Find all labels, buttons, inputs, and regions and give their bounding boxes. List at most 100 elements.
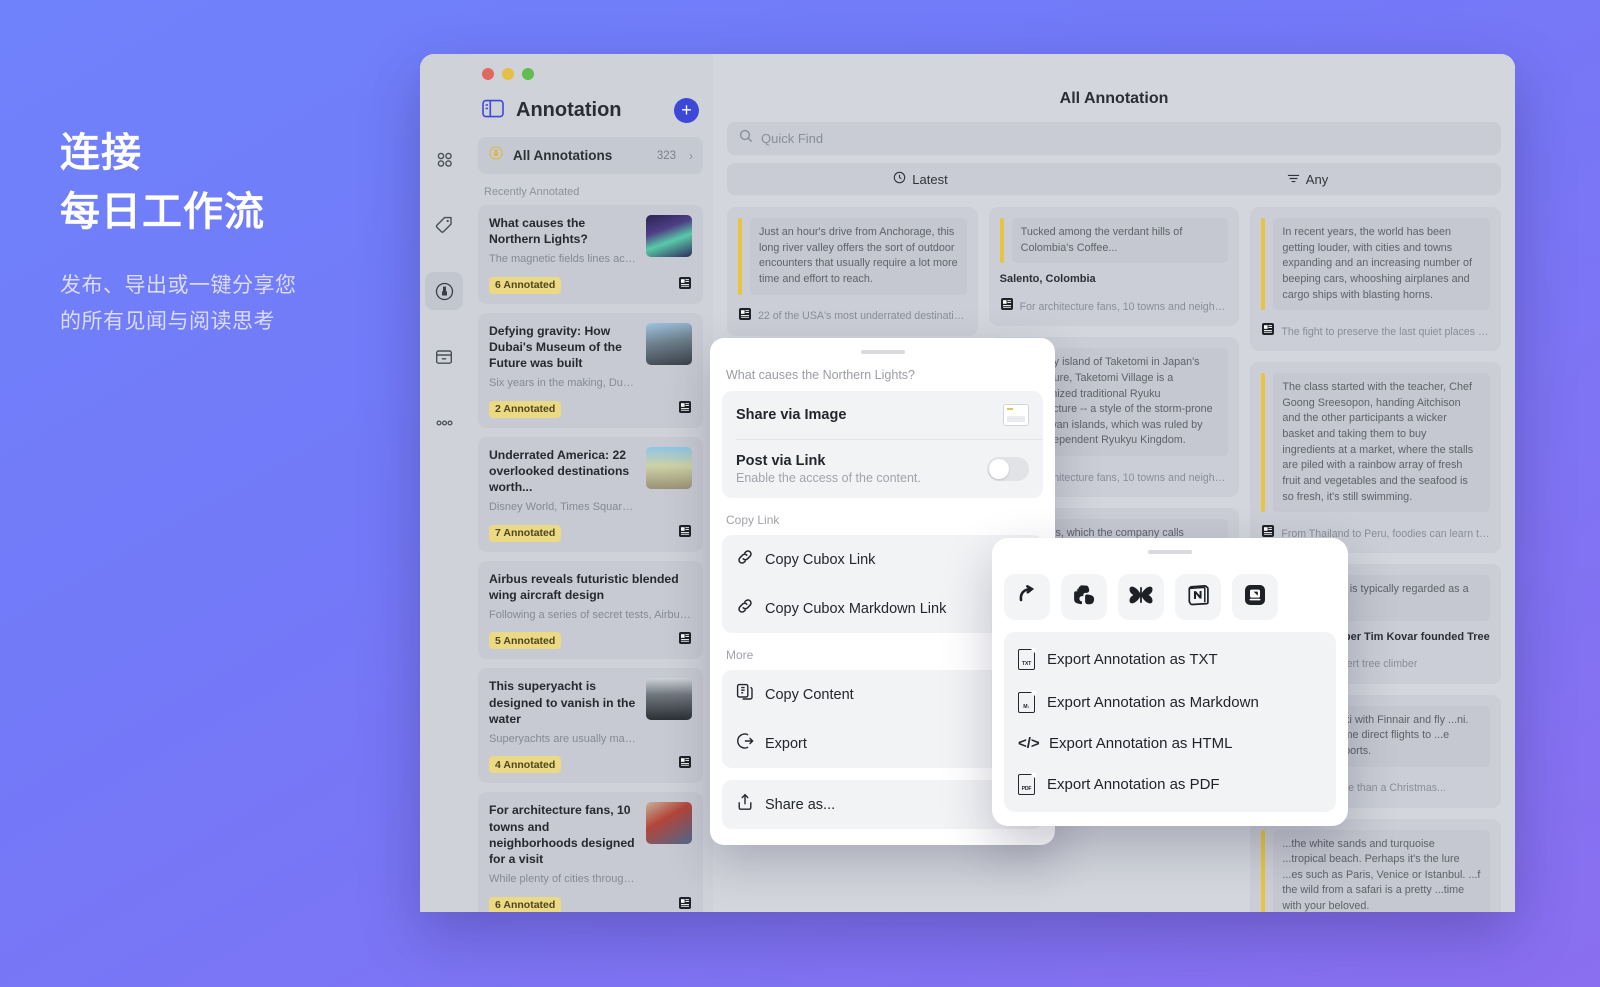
maximize-window-button[interactable] [522, 68, 534, 80]
quote-text: The class started with the teacher, Chef… [1273, 373, 1490, 512]
promo-block: 连接 每日工作流 发布、导出或一键分享您 的所有见闻与阅读思考 [60, 124, 400, 341]
sidebar-item-archive[interactable] [425, 338, 463, 376]
share-via-image-label: Share via Image [736, 407, 846, 423]
annotated-badge: 7 Annotated [489, 525, 561, 542]
export-app-row [1004, 568, 1336, 632]
annotation-icon [434, 281, 455, 302]
document-icon [1000, 297, 1014, 316]
annotated-badge: 4 Annotated [489, 756, 561, 773]
drag-handle[interactable] [861, 350, 905, 354]
sidebar-item-more[interactable] [425, 404, 463, 442]
tag-icon [434, 215, 454, 235]
source-row[interactable]: The fight to preserve the last quiet pla… [1261, 322, 1490, 341]
search-bar[interactable]: Quick Find [727, 122, 1501, 155]
filter-any-label: Any [1306, 172, 1328, 187]
export-popover: TXTExport Annotation as TXTM↓Export Anno… [992, 538, 1348, 826]
promo-subtitle-line1: 发布、导出或一键分享您 [60, 268, 400, 304]
all-annotations-label: All Annotations [513, 148, 648, 163]
list-item[interactable]: Airbus reveals futuristic blended wing a… [478, 561, 703, 660]
filter-latest[interactable]: Latest [727, 163, 1114, 195]
copy-icon [736, 683, 754, 706]
annotation-list[interactable]: What causes the Northern Lights? The mag… [478, 205, 703, 912]
annotated-badge: 6 Annotated [489, 277, 561, 294]
post-via-link-row[interactable]: Post via Link Enable the access of the c… [722, 440, 1043, 498]
quote-text: ...the white sands and turquoise ...trop… [1273, 830, 1490, 912]
list-item-desc: The magnetic fields lines act as... [489, 252, 637, 266]
post-via-link-sublabel: Enable the access of the content. [736, 471, 921, 485]
annotated-badge: 2 Annotated [489, 401, 561, 418]
export-option-row[interactable]: TXTExport Annotation as TXT [1004, 638, 1336, 681]
list-item-thumbnail [646, 447, 692, 489]
annotated-badge: 6 Annotated [489, 897, 561, 913]
copy-content-label: Copy Content [765, 687, 854, 703]
share-as-label: Share as... [765, 797, 835, 813]
list-item[interactable]: For architecture fans, 10 towns and neig… [478, 792, 703, 912]
export-option-row[interactable]: M↓Export Annotation as Markdown [1004, 681, 1336, 724]
annotation-card[interactable]: Just an hour's drive from Anchorage, thi… [727, 207, 978, 336]
page-title: Annotation [516, 99, 662, 122]
drag-handle[interactable] [1148, 550, 1192, 554]
promo-subtitle: 发布、导出或一键分享您 的所有见闻与阅读思考 [60, 268, 400, 340]
panel-toggle-icon[interactable] [482, 99, 504, 123]
share-sheet-subtitle: What causes the Northern Lights? [722, 368, 1043, 391]
document-icon [678, 525, 692, 542]
search-input[interactable]: Quick Find [761, 131, 823, 146]
share-group: Share via Image Post via Link Enable the… [722, 391, 1043, 498]
annotated-badge: 5 Annotated [489, 632, 561, 649]
logseq-app-button[interactable] [1232, 574, 1278, 620]
evernote-app-icon [1072, 583, 1096, 612]
link-icon [736, 548, 754, 571]
document-icon [678, 632, 692, 649]
list-item-title: Underrated America: 22 overlooked destin… [489, 447, 637, 496]
link-icon [736, 597, 754, 620]
list-item[interactable]: What causes the Northern Lights? The mag… [478, 205, 703, 304]
quote-text: Just an hour's drive from Anchorage, thi… [750, 218, 967, 295]
share-via-image-row[interactable]: Share via Image [722, 391, 1043, 439]
export-option-row[interactable]: PDFExport Annotation as PDF [1004, 763, 1336, 806]
post-via-link-toggle[interactable] [987, 457, 1029, 481]
export-option-row[interactable]: </>Export Annotation as HTML [1004, 724, 1336, 763]
promo-title-line2: 每日工作流 [60, 183, 400, 242]
bear-app-button[interactable] [1118, 574, 1164, 620]
copy-cubox-link-label: Copy Cubox Link [765, 552, 875, 568]
filter-any[interactable]: Any [1114, 163, 1501, 195]
sidebar: Annotation + All Annotations 323 › Recen… [468, 54, 713, 912]
minimize-window-button[interactable] [502, 68, 514, 80]
export-options-list[interactable]: TXTExport Annotation as TXTM↓Export Anno… [1004, 632, 1336, 812]
image-preview-thumbnail[interactable] [1003, 404, 1029, 426]
document-icon [678, 401, 692, 418]
export-label: Export [765, 736, 807, 752]
sidebar-item-tags[interactable] [425, 206, 463, 244]
source-row[interactable]: 22 of the USA's most underrated destinat… [738, 307, 967, 326]
annotation-card[interactable]: Tucked among the verdant hills of Colomb… [989, 207, 1240, 326]
quote-text: In recent years, the world has been gett… [1273, 218, 1490, 310]
annotation-card[interactable]: In recent years, the world has been gett… [1250, 207, 1501, 351]
sidebar-header: Annotation + [478, 80, 703, 137]
filter-latest-label: Latest [912, 172, 947, 187]
quote-block: Just an hour's drive from Anchorage, thi… [738, 218, 967, 295]
sidebar-item-grid[interactable] [425, 140, 463, 178]
annotation-card[interactable]: ...the white sands and turquoise ...trop… [1250, 819, 1501, 912]
list-item-title: What causes the Northern Lights? [489, 215, 637, 247]
annotation-card[interactable]: The class started with the teacher, Chef… [1250, 362, 1501, 553]
export-option-label: Export Annotation as HTML [1049, 735, 1232, 752]
annotation-icon [488, 145, 504, 166]
list-item[interactable]: Underrated America: 22 overlooked destin… [478, 437, 703, 552]
notion-app-icon [1186, 583, 1210, 612]
add-annotation-button[interactable]: + [674, 98, 699, 123]
notion-app-button[interactable] [1175, 574, 1221, 620]
evernote-app-button[interactable] [1061, 574, 1107, 620]
source-row[interactable]: For architecture fans, 10 towns and neig… [1000, 297, 1229, 316]
craft-app-button[interactable] [1004, 574, 1050, 620]
list-item-desc: While plenty of cities throughout the wo… [489, 872, 637, 886]
document-icon [678, 756, 692, 773]
more-icon [435, 419, 454, 427]
list-item[interactable]: This superyacht is designed to vanish in… [478, 668, 703, 783]
close-window-button[interactable] [482, 68, 494, 80]
list-item-thumbnail [646, 678, 692, 720]
list-item[interactable]: Defying gravity: How Dubai's Museum of t… [478, 313, 703, 428]
sidebar-item-annotations[interactable] [425, 272, 463, 310]
document-icon-wrap [678, 524, 692, 543]
list-item-desc: Six years in the making, Dubai's stunnin… [489, 376, 637, 390]
sidebar-item-all-annotations[interactable]: All Annotations 323 › [478, 137, 703, 174]
